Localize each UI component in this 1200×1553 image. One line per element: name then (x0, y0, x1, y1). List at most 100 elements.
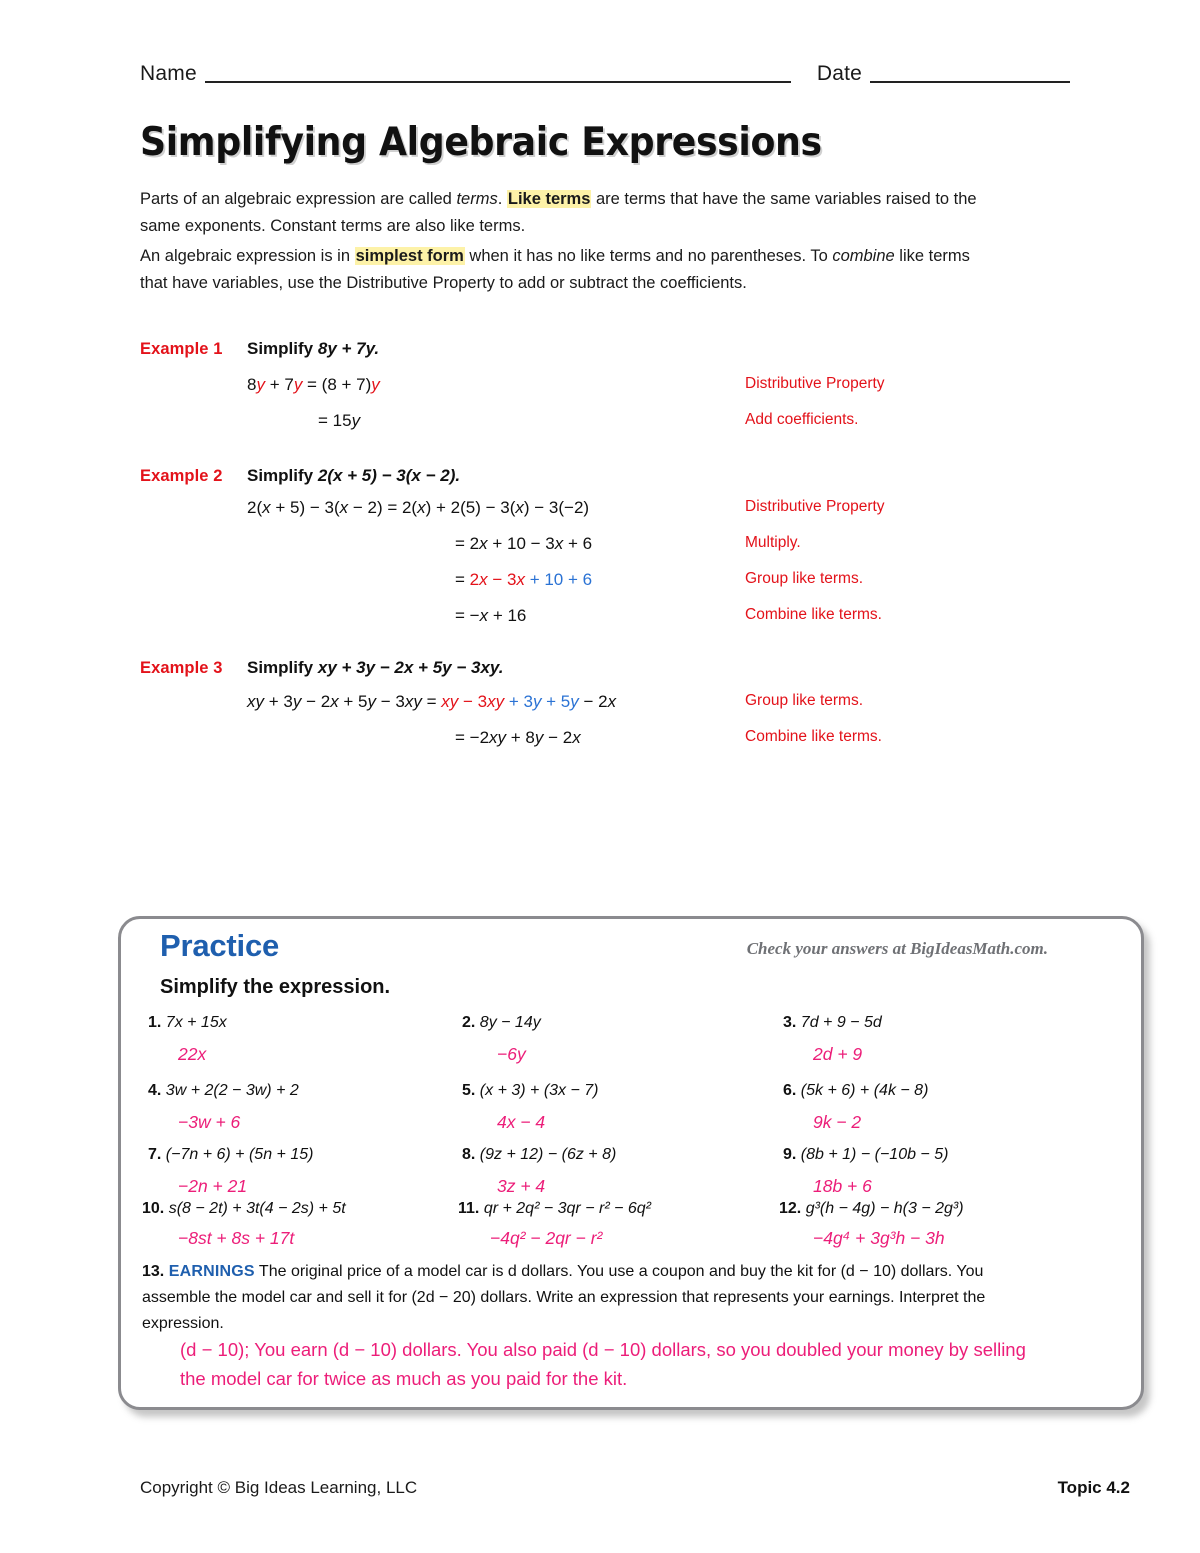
practice-instruction: Simplify the expression. (160, 976, 391, 998)
example-2-step-4: = −x + 16 (455, 606, 527, 625)
example-2-label: Example 2 (140, 467, 223, 485)
problem-13-body: The original price of a model car is d d… (142, 1263, 986, 1333)
problem-3-number: 3. (783, 1014, 797, 1031)
practice-heading: Practice (160, 928, 280, 963)
problem-5-number: 5. (462, 1082, 476, 1099)
answer-12: −4g⁴ + 3g³h − 3h (813, 1228, 945, 1248)
example-2-step-2: = 2x + 10 − 3x + 6 (455, 534, 593, 553)
problem-5-expression: (x + 3) + (3x − 7) (479, 1082, 599, 1099)
problem-8: 8. (9z + 12) − (6z + 8) (462, 1146, 616, 1164)
worksheet-page: Name Date Simplifying Algebraic Expressi… (0, 0, 1200, 1553)
intro-p2-part-a: An algebraic expression is in (140, 247, 355, 265)
date-label: Date (816, 62, 862, 85)
answer-3: 2d + 9 (813, 1044, 863, 1064)
problem-11-number: 11. (458, 1200, 480, 1217)
example-1-label: Example 1 (140, 340, 223, 358)
answer-10: −8st + 8s + 17t (178, 1228, 295, 1248)
example-2-note-2: Multiply. (745, 534, 801, 551)
problem-2-number: 2. (462, 1014, 476, 1031)
example-1-simplify-word: Simplify (247, 339, 318, 358)
problem-5: 5. (x + 3) + (3x − 7) (462, 1082, 599, 1100)
footer-copyright: Copyright © Big Ideas Learning, LLC (140, 1478, 418, 1497)
answer-2: −6y (497, 1044, 526, 1064)
intro-p1-part-a: Parts of an algebraic expression are cal… (140, 190, 457, 208)
problem-9: 9. (8b + 1) − (−10b − 5) (783, 1146, 948, 1164)
answer-6: 9k − 2 (813, 1112, 862, 1132)
name-label: Name (140, 62, 197, 85)
problem-12-expression: g³(h − 4g) − h(3 − 2g³) (805, 1200, 964, 1217)
problem-9-expression: (8b + 1) − (−10b − 5) (800, 1146, 949, 1163)
problem-8-number: 8. (462, 1146, 476, 1163)
example-2-simplify-word: Simplify (247, 466, 318, 485)
name-write-line[interactable] (204, 81, 791, 83)
date-write-line[interactable] (870, 81, 1070, 83)
problem-6-expression: (5k + 6) + (4k − 8) (800, 1082, 929, 1099)
footer-topic: Topic 4.2 (1057, 1478, 1130, 1497)
problem-1: 1. 7x + 15x (148, 1014, 227, 1032)
problem-7-number: 7. (148, 1146, 162, 1163)
example-3-step-1: xy + 3y − 2x + 5y − 3xy = xy − 3xy + 3y … (247, 692, 617, 711)
problem-4: 4. 3w + 2(2 − 3w) + 2 (148, 1082, 299, 1100)
problem-2-expression: 8y − 14y (479, 1014, 541, 1031)
problem-4-expression: 3w + 2(2 − 3w) + 2 (165, 1082, 299, 1099)
example-2-expression: 2(x + 5) − 3(x − 2). (317, 466, 461, 485)
problem-11: 11. qr + 2q² − 3qr − r² − 6q² (458, 1200, 651, 1218)
problem-12-number: 12. (779, 1200, 802, 1217)
answer-1: 22x (178, 1044, 207, 1064)
problem-1-expression: 7x + 15x (165, 1014, 227, 1031)
intro-term-word: terms (456, 190, 498, 208)
intro-paragraph-1: Parts of an algebraic expression are cal… (140, 186, 1000, 239)
example-1-expression: 8y + 7y. (317, 339, 380, 358)
intro-p1-part-b: . (497, 190, 507, 208)
answer-5: 4x − 4 (497, 1112, 546, 1132)
problem-11-expression: qr + 2q² − 3qr − r² − 6q² (483, 1200, 652, 1217)
example-1-note-1: Distributive Property (745, 375, 885, 392)
example-2-note-3: Group like terms. (745, 570, 864, 587)
answer-4: −3w + 6 (178, 1112, 241, 1132)
answer-8: 3z + 4 (497, 1176, 546, 1196)
simplest-form-highlight: simplest form (354, 247, 465, 265)
example-2-step-1: 2(x + 5) − 3(x − 2) = 2(x) + 2(5) − 3(x)… (247, 498, 590, 517)
example-2-note-4: Combine like terms. (745, 606, 882, 623)
problem-7-expression: (−7n + 6) + (5n + 15) (165, 1146, 314, 1163)
like-terms-highlight: Like terms (506, 190, 592, 208)
name-date-row: Name Date (140, 62, 1070, 88)
check-answers-note: Check your answers at BigIdeasMath.com. (746, 939, 1048, 958)
example-1-heading: Simplify 8y + 7y. (247, 339, 379, 359)
example-3-step-2: = −2xy + 8y − 2x (455, 728, 581, 747)
answer-9: 18b + 6 (813, 1176, 872, 1196)
problem-13-tag: EARNINGS (168, 1263, 255, 1280)
example-2-note-1: Distributive Property (745, 498, 885, 515)
problem-3-expression: 7d + 9 − 5d (800, 1014, 882, 1031)
problem-10-number: 10. (142, 1200, 165, 1217)
example-2-heading: Simplify 2(x + 5) − 3(x − 2). (247, 466, 460, 486)
answer-7: −2n + 21 (178, 1176, 248, 1196)
answer-11: −4q² − 2qr − r² (490, 1228, 603, 1248)
problem-10: 10. s(8 − 2t) + 3t(4 − 2s) + 5t (142, 1200, 346, 1218)
answer-13: (d − 10); You earn (d − 10) dollars. You… (180, 1339, 1026, 1389)
problem-13: 13. EARNINGS The original price of a mod… (142, 1259, 1022, 1337)
problem-6: 6. (5k + 6) + (4k − 8) (783, 1082, 928, 1100)
problem-10-expression: s(8 − 2t) + 3t(4 − 2s) + 5t (168, 1200, 346, 1217)
problem-6-number: 6. (783, 1082, 797, 1099)
example-3-heading: Simplify xy + 3y − 2x + 5y − 3xy. (247, 658, 503, 678)
problem-7: 7. (−7n + 6) + (5n + 15) (148, 1146, 313, 1164)
example-3-note-1: Group like terms. (745, 692, 864, 709)
combine-word: combine (832, 247, 895, 265)
example-3-label: Example 3 (140, 659, 223, 677)
problem-1-number: 1. (148, 1014, 162, 1031)
intro-p2-part-b: when it has no like terms and no parenth… (464, 247, 833, 265)
example-1-step-2: = 15y (318, 411, 361, 430)
example-1-step-1: 8y + 7y = (8 + 7)y (247, 375, 380, 394)
problem-2: 2. 8y − 14y (462, 1014, 541, 1032)
problem-3: 3. 7d + 9 − 5d (783, 1014, 882, 1032)
example-3-expression: xy + 3y − 2x + 5y − 3xy. (317, 658, 504, 677)
example-2-step-3: = 2x − 3x + 10 + 6 (455, 570, 593, 589)
page-title: Simplifying Algebraic Expressions (140, 120, 822, 165)
example-3-simplify-word: Simplify (247, 658, 318, 677)
problem-13-number: 13. (142, 1263, 165, 1280)
example-1-note-2: Add coefficients. (745, 411, 859, 428)
example-3-note-2: Combine like terms. (745, 728, 882, 745)
problem-12: 12. g³(h − 4g) − h(3 − 2g³) (779, 1200, 964, 1218)
problem-8-expression: (9z + 12) − (6z + 8) (479, 1146, 617, 1163)
